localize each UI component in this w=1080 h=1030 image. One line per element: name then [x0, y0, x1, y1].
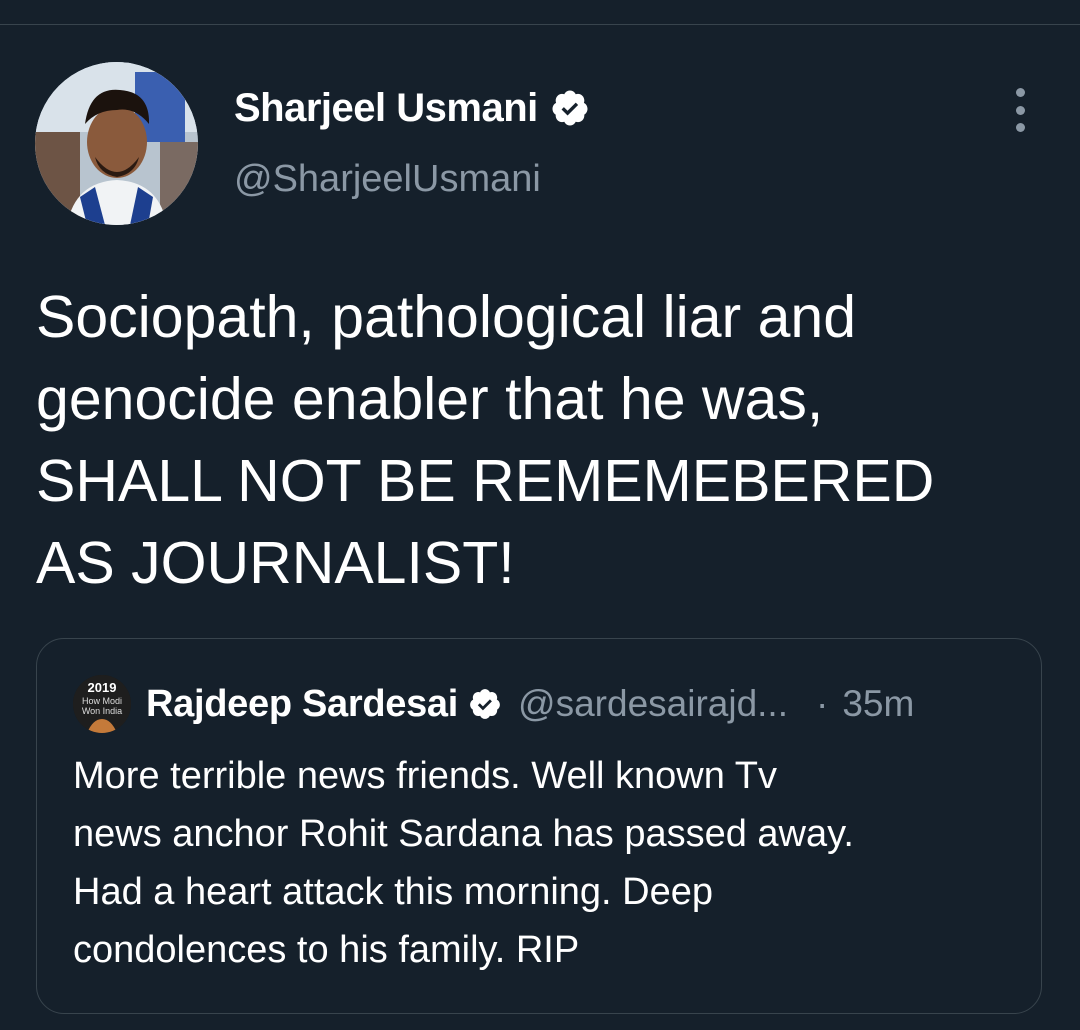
profile-photo-icon: [35, 62, 198, 225]
author-name-row[interactable]: Sharjeel Usmani: [234, 83, 590, 133]
separator-dot: ·: [815, 683, 829, 724]
author-handle[interactable]: @SharjeelUsmani: [234, 158, 541, 201]
tweet-text-line: SHALL NOT BE REMEMEBERED: [36, 448, 935, 514]
tweet-text-line: Sociopath, pathological liar and: [36, 284, 857, 350]
avatar-text-line: How Modi: [82, 696, 122, 706]
quoted-text-line: news anchor Rohit Sardana has passed awa…: [73, 813, 854, 855]
quoted-author-name[interactable]: Rajdeep Sardesai: [146, 683, 458, 726]
quoted-timestamp[interactable]: 35m: [842, 683, 914, 725]
quoted-author-handle[interactable]: @sardesairajd...: [518, 683, 788, 725]
more-vertical-icon-dot: [1015, 105, 1025, 115]
quoted-author-avatar[interactable]: 2019 How Modi Won India: [73, 675, 131, 733]
avatar-text-year: 2019: [88, 680, 117, 695]
quoted-tweet-text: More terrible news friends. Well known T…: [73, 747, 1023, 979]
quoted-text-line: Had a heart attack this morning. Deep: [73, 871, 714, 913]
more-vertical-icon-dot: [1015, 123, 1025, 132]
quoted-text-line: condolences to his family. RIP: [73, 929, 580, 971]
verified-badge-icon: [470, 689, 500, 719]
quoted-avatar-image-icon: 2019 How Modi Won India: [73, 675, 131, 733]
verified-badge-icon: [552, 90, 588, 126]
top-divider: [0, 24, 1080, 25]
more-options-button[interactable]: [1000, 88, 1040, 132]
quoted-tweet-header: 2019 How Modi Won India Rajdeep Sardesai…: [73, 675, 914, 733]
quoted-tweet-card[interactable]: 2019 How Modi Won India Rajdeep Sardesai…: [36, 638, 1042, 1014]
tweet-text-line: AS JOURNALIST!: [36, 530, 515, 596]
tweet-text-line: genocide enabler that he was,: [36, 366, 824, 432]
quoted-text-line: More terrible news friends. Well known T…: [73, 755, 777, 797]
tweet-text: Sociopath, pathological liar and genocid…: [36, 276, 1046, 604]
author-name[interactable]: Sharjeel Usmani: [234, 86, 538, 131]
more-vertical-icon-dot: [1015, 88, 1025, 97]
author-avatar[interactable]: [35, 62, 198, 225]
avatar-text-line: Won India: [82, 706, 122, 716]
